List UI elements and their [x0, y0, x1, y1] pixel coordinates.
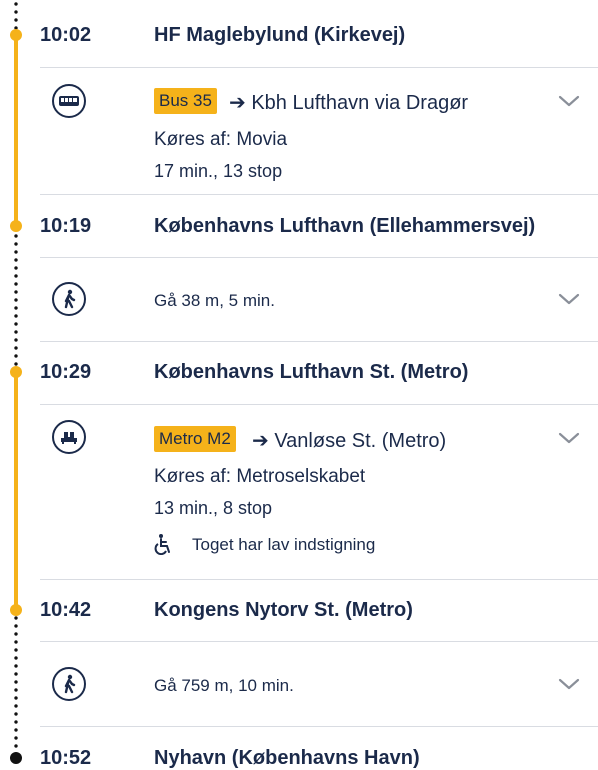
- chevron-down-icon[interactable]: [558, 431, 580, 445]
- timeline-walk-segment: [14, 0, 18, 30]
- line-badge: Metro M2: [154, 426, 236, 452]
- walk-summary: Gå 38 m, 5 min.: [154, 291, 275, 310]
- divider: [40, 404, 598, 405]
- stop-name[interactable]: Københavns Lufthavn St. (Metro): [154, 361, 468, 384]
- walk-icon: [52, 667, 86, 701]
- leg-duration: 13 min., 8 stop: [154, 498, 273, 518]
- timeline-stop-dot: [10, 29, 22, 41]
- divider: [40, 641, 598, 642]
- leg-destination: ➔ Kbh Lufthavn via Dragør: [229, 92, 469, 114]
- walk-summary: Gå 759 m, 10 min.: [154, 676, 294, 695]
- leg-operator: Køres af: Metroselskabet: [154, 466, 366, 487]
- stop-time: 10:19: [40, 215, 92, 237]
- timeline-bus-segment: [14, 34, 18, 226]
- stop-name[interactable]: Københavns Lufthavn (Ellehammersvej): [154, 215, 535, 238]
- timeline-end-dot: [10, 752, 22, 764]
- chevron-down-icon[interactable]: [558, 677, 580, 691]
- wheelchair-icon: [154, 534, 170, 555]
- stop-time: 10:29: [40, 361, 92, 383]
- leg-operator: Køres af: Movia: [154, 129, 288, 150]
- stop-time: 10:02: [40, 24, 92, 46]
- chevron-down-icon[interactable]: [558, 94, 580, 108]
- chevron-down-icon[interactable]: [558, 292, 580, 306]
- line-badge: Bus 35: [154, 88, 217, 114]
- accessibility-note: Toget har lav indstigning: [192, 535, 376, 554]
- divider: [40, 579, 598, 580]
- divider: [40, 194, 598, 195]
- leg-destination: ➔ Vanløse St. (Metro): [252, 430, 447, 452]
- walk-icon: [52, 282, 86, 316]
- bus-icon: [52, 84, 86, 118]
- stop-name[interactable]: Kongens Nytorv St. (Metro): [154, 599, 413, 622]
- stop-name[interactable]: Nyhavn (Københavns Havn): [154, 747, 420, 770]
- metro-icon: [52, 420, 86, 454]
- divider: [40, 726, 598, 727]
- stop-time: 10:52: [40, 747, 92, 769]
- timeline-stop-dot: [10, 220, 22, 232]
- leg-duration: 17 min., 13 stop: [154, 161, 283, 181]
- divider: [40, 257, 598, 258]
- stop-time: 10:42: [40, 599, 92, 621]
- timeline-walk-segment: [14, 614, 18, 754]
- divider: [40, 67, 598, 68]
- timeline-metro-segment: [14, 371, 18, 609]
- timeline-walk-segment: [14, 232, 18, 366]
- timeline-stop-dot: [10, 366, 22, 378]
- stop-name[interactable]: HF Maglebylund (Kirkevej): [154, 24, 405, 47]
- divider: [40, 341, 598, 342]
- timeline-stop-dot: [10, 604, 22, 616]
